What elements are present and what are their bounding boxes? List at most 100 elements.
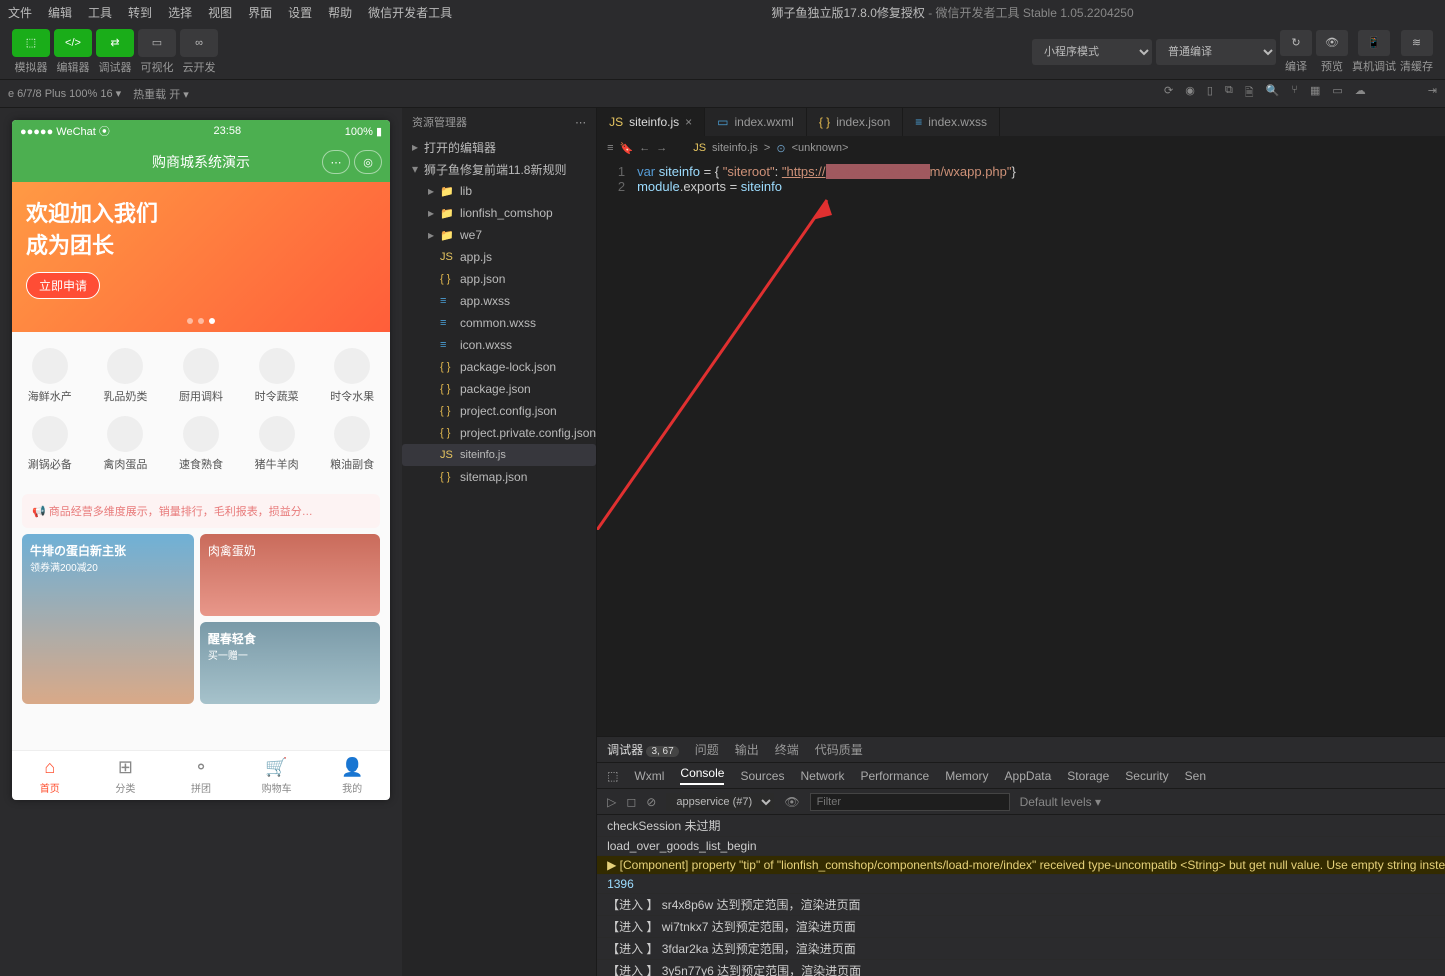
eye-icon[interactable]: 👁 — [784, 795, 799, 809]
cloud-button[interactable]: ∞ — [180, 29, 218, 57]
visual-button[interactable]: ▭ — [138, 29, 176, 57]
tree-item[interactable]: { }project.private.config.json — [402, 422, 596, 444]
realdevice-icon[interactable]: 📱 — [1358, 30, 1390, 56]
rotate-icon[interactable]: ▯ — [1207, 84, 1213, 103]
category-item[interactable]: 乳品奶类 — [88, 342, 164, 410]
menu-view[interactable]: 视图 — [208, 4, 232, 21]
promo-card[interactable]: 醒春轻食买一赠一 — [200, 622, 380, 704]
banner[interactable]: 欢迎加入我们 成为团长 立即申请 — [12, 182, 390, 332]
panel-tab-output[interactable]: 输出 — [735, 741, 759, 758]
tree-item[interactable]: JSsiteinfo.js — [402, 444, 596, 466]
panel-tab-quality[interactable]: 代码质量 — [815, 741, 863, 758]
collapse-icon[interactable]: ⇥ — [1428, 84, 1437, 103]
ext-icon[interactable]: ▦ — [1310, 84, 1320, 103]
editor-button[interactable]: </> — [54, 29, 92, 57]
devtool-tab[interactable]: Storage — [1067, 769, 1109, 783]
menu-tools[interactable]: 工具 — [88, 4, 112, 21]
menu-goto[interactable]: 转到 — [128, 4, 152, 21]
compile-select[interactable]: 普通编译 — [1156, 39, 1276, 65]
editor-tab[interactable]: { }index.json — [807, 108, 903, 136]
menu-help[interactable]: 帮助 — [328, 4, 352, 21]
tree-item[interactable]: ▸📁lib — [402, 180, 596, 202]
simulator-button[interactable]: ⬚ — [12, 29, 50, 57]
search-icon[interactable]: 🔍 — [1266, 84, 1280, 103]
panel-tab-debugger[interactable]: 调试器 3, 67 — [607, 741, 679, 758]
editor-tab[interactable]: ≡index.wxss — [903, 108, 1000, 136]
tree-item[interactable]: { }app.json — [402, 268, 596, 290]
editor-tab[interactable]: JSsiteinfo.js× — [597, 108, 705, 136]
console-play-icon[interactable]: ▷ — [607, 795, 616, 809]
git-icon[interactable]: ⑂ — [1291, 84, 1298, 103]
debugger-button[interactable]: ⇄ — [96, 29, 134, 57]
menu-settings[interactable]: 设置 — [288, 4, 312, 21]
open-editors-section[interactable]: ▸打开的编辑器 — [402, 136, 596, 158]
refresh-icon[interactable]: ⟳ — [1164, 84, 1173, 103]
tree-item[interactable]: ▸📁we7 — [402, 224, 596, 246]
devtool-tab[interactable]: Sen — [1185, 769, 1206, 783]
tree-item[interactable]: JSapp.js — [402, 246, 596, 268]
file-icon[interactable]: 🗎 — [1245, 84, 1254, 103]
category-item[interactable]: 速食熟食 — [163, 410, 239, 478]
apply-button[interactable]: 立即申请 — [26, 272, 100, 299]
bc-fwd-icon[interactable]: → — [656, 142, 667, 154]
devtool-tab[interactable]: Wxml — [634, 769, 664, 783]
bc-back-icon[interactable]: ← — [639, 142, 650, 154]
explorer-more-icon[interactable]: ⋯ — [575, 116, 586, 129]
tree-item[interactable]: { }project.config.json — [402, 400, 596, 422]
menu-select[interactable]: 选择 — [168, 4, 192, 21]
devtool-tab[interactable]: Network — [800, 769, 844, 783]
compile-icon[interactable]: ↻ — [1280, 30, 1312, 56]
capsule-menu-icon[interactable]: ⋯ — [322, 150, 350, 174]
category-item[interactable]: 禽肉蛋品 — [88, 410, 164, 478]
tabbar-item[interactable]: 🛒购物车 — [239, 751, 315, 800]
tree-item[interactable]: ≡app.wxss — [402, 290, 596, 312]
category-item[interactable]: 猪牛羊肉 — [239, 410, 315, 478]
tabbar-item[interactable]: ⊞分类 — [88, 751, 164, 800]
cloud-icon[interactable]: ☁ — [1355, 84, 1366, 103]
tabbar-item[interactable]: ⌂首页 — [12, 751, 88, 800]
code-editor[interactable]: 1var siteinfo = { "siteroot": "https://X… — [597, 160, 1445, 736]
category-item[interactable]: 时令水果 — [314, 342, 390, 410]
project-root[interactable]: ▾狮子鱼修复前端11.8新规则 — [402, 158, 596, 180]
devtool-tab[interactable]: AppData — [1005, 769, 1052, 783]
category-item[interactable]: 时令蔬菜 — [239, 342, 315, 410]
detach-icon[interactable]: ⧉ — [1225, 84, 1233, 103]
filter-input[interactable] — [810, 793, 1010, 811]
devtool-tab[interactable]: Performance — [861, 769, 930, 783]
promo-card[interactable]: 牛排の蛋白新主张领券满200减20 — [22, 534, 194, 704]
notice-bar[interactable]: 📢 商品经营多维度展示，销量排行，毛利报表，损益分… — [22, 494, 380, 528]
tree-item[interactable]: { }sitemap.json — [402, 466, 596, 488]
tree-item[interactable]: ≡icon.wxss — [402, 334, 596, 356]
tree-item[interactable]: { }package-lock.json — [402, 356, 596, 378]
category-item[interactable]: 厨用调料 — [163, 342, 239, 410]
devtool-tab[interactable]: Memory — [945, 769, 988, 783]
panel-tab-problems[interactable]: 问题 — [695, 741, 719, 758]
tree-item[interactable]: { }package.json — [402, 378, 596, 400]
console-clear-icon[interactable]: ⊘ — [646, 795, 656, 809]
tree-item[interactable]: ≡common.wxss — [402, 312, 596, 334]
devtool-tab[interactable]: Security — [1125, 769, 1168, 783]
mode-select[interactable]: 小程序模式 — [1032, 39, 1152, 65]
menu-wxdev[interactable]: 微信开发者工具 — [368, 4, 452, 21]
menu-file[interactable]: 文件 — [8, 4, 32, 21]
console-stop-icon[interactable]: ◻ — [626, 795, 636, 809]
clearcache-icon[interactable]: ≋ — [1401, 30, 1433, 56]
close-icon[interactable]: × — [685, 115, 692, 129]
devtool-tab[interactable]: Sources — [740, 769, 784, 783]
category-item[interactable]: 粮油副食 — [314, 410, 390, 478]
tabbar-item[interactable]: 👤我的 — [314, 751, 390, 800]
promo-card[interactable]: 肉禽蛋奶 — [200, 534, 380, 616]
category-item[interactable]: 海鲜水产 — [12, 342, 88, 410]
levels-select[interactable]: Default levels ▾ — [1020, 795, 1101, 809]
box-icon[interactable]: ▭ — [1332, 84, 1342, 103]
menu-edit[interactable]: 编辑 — [48, 4, 72, 21]
hotreload-toggle[interactable]: 热重载 开 ▾ — [133, 86, 189, 102]
device-select[interactable]: e 6/7/8 Plus 100% 16 ▾ — [8, 87, 121, 100]
tree-item[interactable]: ▸📁lionfish_comshop — [402, 202, 596, 224]
category-item[interactable]: 涮锅必备 — [12, 410, 88, 478]
inspect-icon[interactable]: ⬚ — [607, 769, 618, 783]
menu-interface[interactable]: 界面 — [248, 4, 272, 21]
editor-tab[interactable]: ▭index.wxml — [705, 108, 807, 136]
context-select[interactable]: appservice (#7) — [666, 793, 774, 811]
capsule-close-icon[interactable]: ◎ — [354, 150, 382, 174]
